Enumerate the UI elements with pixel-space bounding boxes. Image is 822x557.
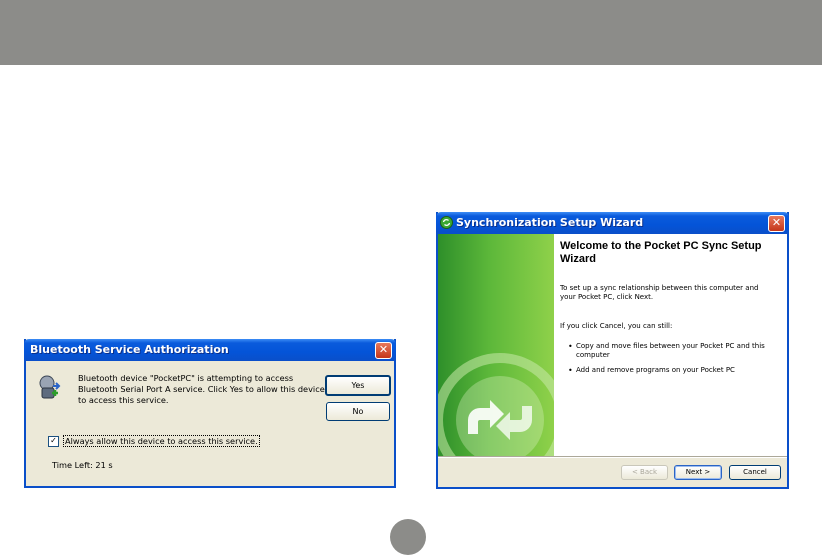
yes-button[interactable]: Yes	[325, 375, 391, 396]
next-button[interactable]: Next >	[674, 465, 722, 480]
wizard-heading: Welcome to the Pocket PC Sync Setup Wiza…	[560, 240, 762, 265]
wizard-intro-text: To set up a sync relationship between th…	[560, 284, 759, 301]
authorization-message: Bluetooth device "PocketPC" is attemptin…	[78, 373, 325, 405]
dialog-titlebar[interactable]: Bluetooth Service Authorization ✕	[24, 339, 396, 361]
cancel-note-text: If you click Cancel, you can still:	[560, 322, 673, 330]
bullet-marker: •	[568, 342, 573, 351]
page-number-circle	[390, 519, 426, 555]
page-header-band	[0, 0, 822, 65]
sync-arrows-icon	[438, 353, 554, 456]
bullet-item: Copy and move files between your Pocket …	[576, 342, 765, 359]
wizard-title: Synchronization Setup Wizard	[456, 216, 644, 229]
close-button[interactable]: ✕	[768, 215, 785, 232]
always-allow-label[interactable]: Always allow this device to access this …	[63, 435, 260, 447]
cancel-button[interactable]: Cancel	[729, 465, 781, 480]
bluetooth-authorization-dialog: Bluetooth Service Authorization ✕ Blueto…	[24, 339, 396, 488]
sync-app-icon	[440, 216, 453, 229]
always-allow-checkbox[interactable]: ✓	[48, 436, 59, 447]
wizard-divider	[438, 456, 787, 458]
bullet-item: Add and remove programs on your Pocket P…	[576, 366, 735, 374]
time-left-text: Time Left: 21 s	[52, 460, 113, 470]
bluetooth-device-icon	[39, 375, 61, 399]
no-button[interactable]: No	[326, 402, 390, 421]
back-button[interactable]: < Back	[621, 465, 668, 480]
close-button[interactable]: ✕	[375, 342, 392, 359]
dialog-title: Bluetooth Service Authorization	[30, 343, 229, 356]
bullet-marker: •	[568, 366, 573, 375]
sync-setup-wizard-dialog: Synchronization Setup Wizard ✕ Welcome t…	[436, 212, 789, 489]
wizard-titlebar[interactable]: Synchronization Setup Wizard ✕	[436, 212, 789, 234]
wizard-banner	[438, 234, 554, 456]
